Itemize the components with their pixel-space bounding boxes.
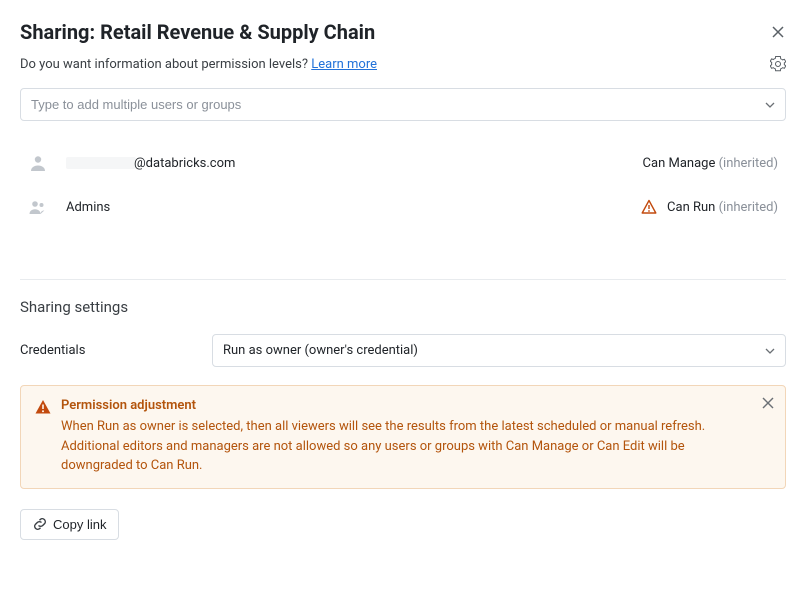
copy-link-label: Copy link [53,517,106,532]
gear-icon[interactable] [770,56,786,72]
member-row: Admins Can Run (inherited) [20,185,786,229]
permission-alert: Permission adjustment When Run as owner … [20,385,786,489]
credentials-value[interactable]: Run as owner (owner's credential) [212,334,786,367]
link-icon [33,517,47,531]
alert-title: Permission adjustment [61,398,749,413]
sharing-settings-title: Sharing settings [20,298,786,316]
learn-more-link[interactable]: Learn more [311,57,377,72]
credentials-label: Credentials [20,343,212,358]
permission-label: Can Run (inherited) [667,200,778,215]
divider [20,279,786,280]
copy-link-button[interactable]: Copy link [20,509,119,540]
redacted-name [66,157,136,169]
warning-filled-icon [35,399,51,415]
permission-info-text: Do you want information about permission… [20,57,377,72]
credentials-select[interactable]: Run as owner (owner's credential) [212,334,786,367]
alert-body: When Run as owner is selected, then all … [61,417,749,476]
user-icon [28,153,48,173]
close-icon[interactable] [770,24,786,40]
group-icon [28,197,48,217]
permission-label: Can Manage (inherited) [643,156,778,171]
add-users-input[interactable] [20,88,786,121]
add-users-combobox[interactable] [20,88,786,121]
member-row: @databricks.com Can Manage (inherited) [20,141,786,185]
member-name: Admins [66,200,641,215]
warning-icon [641,199,657,215]
alert-close-icon[interactable] [761,396,775,410]
member-name: @databricks.com [66,156,643,171]
dialog-title: Sharing: Retail Revenue & Supply Chain [20,20,375,44]
